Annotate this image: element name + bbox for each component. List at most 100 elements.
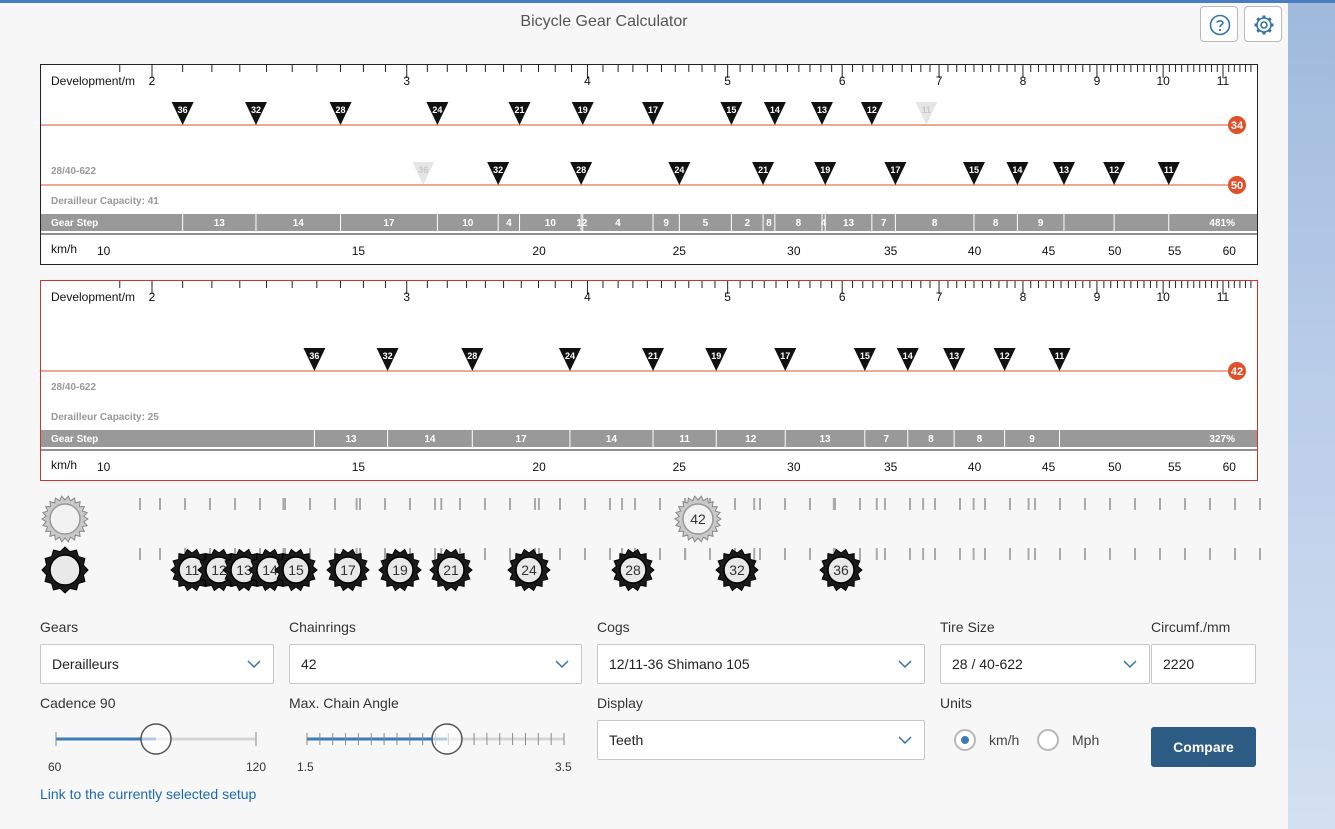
cog-marker-label: 28 xyxy=(576,165,586,175)
gear-icon xyxy=(1254,15,1274,35)
tire-size-select[interactable]: 28 / 40-622 xyxy=(940,644,1150,684)
development-tick-label: 5 xyxy=(724,74,731,88)
circumference-input[interactable]: 2220 xyxy=(1151,644,1256,684)
app-title: Bicycle Gear Calculator xyxy=(520,13,688,30)
display-select[interactable]: Teeth xyxy=(597,720,925,760)
units-option-mph[interactable]: Mph xyxy=(1072,732,1099,748)
chainrings-select[interactable]: 42 xyxy=(289,644,582,684)
cog-marker-label: 13 xyxy=(949,351,959,361)
cog-21[interactable]: 21 xyxy=(429,548,473,592)
development-axis-label: Development/m xyxy=(51,74,135,88)
gear-chart-1[interactable]: Development/m 2 3 4 5 6 7 8 9 10 11 36 32 28 24 21 19 17 1… xyxy=(40,64,1258,265)
circumference-label: Circumf./mm xyxy=(1151,619,1231,635)
cog-marker-label: 19 xyxy=(820,165,830,175)
cog-17[interactable]: 17 xyxy=(326,548,370,592)
development-axis-label: Development/m xyxy=(51,290,135,304)
speed-tick-label: 30 xyxy=(787,244,801,258)
cog-24[interactable]: 24 xyxy=(507,548,551,592)
cog-32[interactable]: 32 xyxy=(715,548,759,592)
development-tick-label: 8 xyxy=(1020,290,1027,304)
cog-marker-label: 14 xyxy=(903,351,913,361)
chainring-badge-label: 42 xyxy=(1231,366,1243,378)
cog-marker-label: 21 xyxy=(515,105,525,115)
gear-step-value: 17 xyxy=(383,218,395,229)
speed-tick-label: 55 xyxy=(1168,244,1182,258)
units-radio-mph[interactable] xyxy=(1037,729,1059,751)
chevron-down-icon xyxy=(1123,660,1137,669)
speed-tick-label: 40 xyxy=(968,460,982,474)
chainrings-label: Chainrings xyxy=(289,619,356,635)
gear-step-value: 4 xyxy=(821,218,827,229)
gear-step-value: 9 xyxy=(663,218,669,229)
setup-link[interactable]: Link to the currently selected setup xyxy=(40,786,256,802)
selected-chainring[interactable]: 42 xyxy=(674,495,722,543)
gear-chart-2[interactable]: Development/m 2 3 4 5 6 7 8 9 10 11 36 32 28 24 21 19 17 1… xyxy=(40,280,1258,481)
cogs-label: Cogs xyxy=(597,619,630,635)
speed-tick-label: 50 xyxy=(1108,460,1122,474)
cog-36[interactable]: 36 xyxy=(819,548,863,592)
gear-step-total: 327% xyxy=(1209,434,1235,445)
speed-tick-label: 10 xyxy=(97,460,111,474)
gear-step-value: 13 xyxy=(819,434,831,445)
settings-button[interactable] xyxy=(1244,6,1282,42)
units-radio-kmh[interactable] xyxy=(954,729,976,751)
gear-step-value: 7 xyxy=(884,434,890,445)
cog-label: 24 xyxy=(521,562,537,578)
chainring-outline-icon[interactable] xyxy=(41,495,89,543)
cog-marker-label: 15 xyxy=(726,105,736,115)
gear-step-value: 8 xyxy=(993,218,999,229)
development-tick-label: 5 xyxy=(724,290,731,304)
units-option-kmh[interactable]: km/h xyxy=(989,732,1019,748)
speed-tick-label: 50 xyxy=(1108,244,1122,258)
cog-marker-label: 32 xyxy=(383,351,393,361)
chain-angle-slider[interactable] xyxy=(289,720,579,760)
compare-button[interactable]: Compare xyxy=(1151,727,1256,767)
gear-step-value: 5 xyxy=(703,218,709,229)
cog-outline-icon[interactable] xyxy=(41,546,89,594)
development-tick-label: 10 xyxy=(1156,290,1170,304)
gear-step-label: Gear Step xyxy=(51,434,98,445)
speed-tick-label: 25 xyxy=(673,460,687,474)
speed-tick-label: 20 xyxy=(532,244,546,258)
help-button[interactable] xyxy=(1200,6,1238,42)
cog-28[interactable]: 28 xyxy=(611,548,655,592)
cog-marker-label: 11 xyxy=(922,105,932,115)
chain-angle-max: 3.5 xyxy=(555,760,572,774)
chevron-down-icon xyxy=(898,660,912,669)
cog-label: 32 xyxy=(729,562,745,578)
speed-tick-label: 30 xyxy=(787,460,801,474)
cog-marker-label: 13 xyxy=(1059,165,1069,175)
cog-marker-label: 12 xyxy=(1000,351,1010,361)
development-tick-label: 6 xyxy=(839,290,846,304)
gears-select[interactable]: Derailleurs xyxy=(40,644,274,684)
chain-angle-slider-handle[interactable] xyxy=(431,723,463,755)
speed-axis-label: km/h xyxy=(51,242,77,256)
development-tick-label: 9 xyxy=(1094,290,1101,304)
speed-tick-label: 45 xyxy=(1042,460,1056,474)
derailleur-capacity-label: Derailleur Capacity: 41 xyxy=(51,196,159,207)
gear-step-value: 13 xyxy=(214,218,226,229)
development-tick-label: 11 xyxy=(1217,290,1230,304)
display-label: Display xyxy=(597,695,643,711)
cogs-value: 12/11-36 Shimano 105 xyxy=(609,656,750,672)
cog-marker-label: 21 xyxy=(758,165,768,175)
cog-marker-label: 24 xyxy=(565,351,575,361)
cog-marker-label: 36 xyxy=(309,351,319,361)
gear-step-value: 9 xyxy=(1029,434,1035,445)
setup-label: 28/40-622 xyxy=(51,166,96,177)
gears-label: Gears xyxy=(40,619,79,635)
cadence-slider-handle[interactable] xyxy=(140,723,172,755)
speed-tick-label: 35 xyxy=(884,460,898,474)
cog-marker-label: 32 xyxy=(493,165,503,175)
cadence-slider[interactable] xyxy=(40,720,272,760)
chainring-badge-label: 34 xyxy=(1231,120,1244,132)
gear-step-value: 8 xyxy=(977,434,983,445)
cog-marker-label: 14 xyxy=(770,105,780,115)
development-tick-label: 4 xyxy=(584,74,591,88)
cogs-select[interactable]: 12/11-36 Shimano 105 xyxy=(597,644,925,684)
cog-marker-label: 28 xyxy=(336,105,346,115)
cog-label: 36 xyxy=(833,562,849,578)
speed-tick-label: 20 xyxy=(532,460,546,474)
gear-step-value: 8 xyxy=(796,218,802,229)
development-tick-label: 9 xyxy=(1094,74,1101,88)
